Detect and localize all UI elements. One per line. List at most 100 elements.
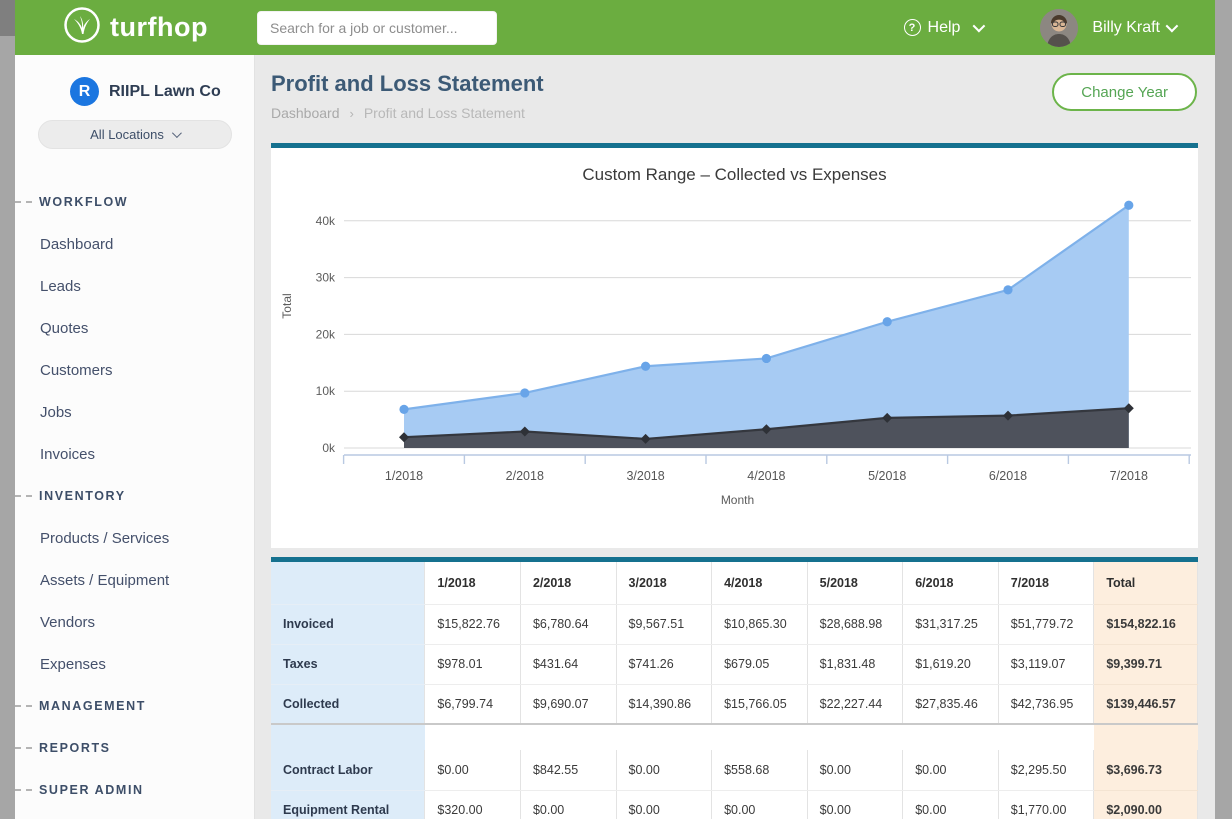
sidebar-nav: WORKFLOWDashboard Leads Quotes Customers Job… [15, 181, 254, 811]
value-cell: $10,865.30 [712, 604, 808, 644]
column-header: 6/2018 [903, 562, 999, 604]
sidebar-item-customers[interactable]: Customers [15, 349, 254, 391]
y-tick-label: 20k [316, 327, 336, 341]
top-header-bar: turfhop ? Help Billy Kraft [15, 0, 1215, 55]
value-cell: $22,227.44 [807, 684, 903, 724]
help-chevron-down-icon [973, 20, 986, 33]
change-year-button[interactable]: Change Year [1052, 73, 1197, 111]
left-scrollbar-gutter[interactable] [0, 0, 15, 819]
x-tick-label: 2/2018 [506, 469, 544, 483]
sidebar-item-jobs[interactable]: Jobs [15, 391, 254, 433]
column-header: 3/2018 [616, 562, 712, 604]
total-cell: $154,822.16 [1094, 604, 1198, 644]
value-cell: $3,119.07 [998, 644, 1094, 684]
table-spacer-row [271, 724, 1198, 750]
table-row: Taxes$978.01$431.64$741.26$679.05$1,831.… [271, 644, 1198, 684]
table-row: Collected$6,799.74$9,690.07$14,390.86$15… [271, 684, 1198, 724]
value-cell: $6,799.74 [425, 684, 521, 724]
spacer-cell [1094, 724, 1198, 750]
column-header [271, 562, 425, 604]
nav-label: INVENTORY [39, 489, 126, 503]
search-input[interactable] [257, 11, 497, 45]
sidebar-item-invoices[interactable]: Invoices [15, 433, 254, 475]
nav-label: Assets / Equipment [40, 572, 169, 589]
nav-label: SUPER ADMIN [39, 783, 144, 797]
data-point-collected [762, 354, 771, 363]
value-cell: $9,690.07 [520, 684, 616, 724]
value-cell: $320.00 [425, 790, 521, 819]
sidebar-item-expenses[interactable]: Expenses [15, 643, 254, 685]
page-title: Profit and Loss Statement [271, 71, 544, 97]
app-window: turfhop ? Help Billy Kraft [0, 0, 1232, 819]
data-point-collected [883, 317, 892, 326]
value-cell: $679.05 [712, 644, 808, 684]
nav-label: Leads [40, 278, 81, 295]
x-tick-label: 7/2018 [1110, 469, 1148, 483]
column-header: 2/2018 [520, 562, 616, 604]
right-scrollbar-gutter[interactable] [1215, 0, 1232, 819]
data-point-collected [520, 388, 529, 397]
breadcrumb-separator-icon: › [350, 106, 354, 121]
sidebar-item-leads[interactable]: Leads [15, 265, 254, 307]
location-chevron-down-icon [172, 128, 182, 138]
table-row: Contract Labor$0.00$842.55$0.00$558.68$0… [271, 750, 1198, 790]
help-menu[interactable]: ? Help [904, 19, 983, 37]
value-cell: $558.68 [712, 750, 808, 790]
sidebar-item-quotes[interactable]: Quotes [15, 307, 254, 349]
x-tick-label: 4/2018 [747, 469, 785, 483]
sidebar: R RIIPL Lawn Co All Locations WORKFLOWDa… [15, 55, 255, 819]
breadcrumb-dashboard-link[interactable]: Dashboard [271, 105, 340, 121]
avatar[interactable] [1040, 9, 1078, 47]
page-header: Profit and Loss Statement Dashboard › Pr… [256, 55, 1215, 143]
sidebar-item-products-services[interactable]: Products / Services [15, 517, 254, 559]
sidebar-item-dashboard[interactable]: Dashboard [15, 223, 254, 265]
pl-table-card: 1/20182/20183/20184/20185/20186/20187/20… [271, 557, 1198, 819]
pl-area-chart: 0k10k20k30k40k50kTotal1/20182/20183/2018… [271, 188, 1199, 560]
chart-title: Custom Range – Collected vs Expenses [271, 165, 1198, 185]
value-cell: $31,317.25 [903, 604, 999, 644]
column-header: 7/2018 [998, 562, 1094, 604]
column-header: 4/2018 [712, 562, 808, 604]
value-cell: $0.00 [807, 750, 903, 790]
value-cell: $14,390.86 [616, 684, 712, 724]
x-tick-label: 6/2018 [989, 469, 1027, 483]
sidebar-section-reports[interactable]: REPORTS [15, 727, 254, 769]
turfhop-grass-icon [63, 6, 101, 49]
company-header[interactable]: R RIIPL Lawn Co [70, 77, 254, 106]
sidebar-section-workflow[interactable]: WORKFLOW [15, 181, 254, 223]
y-tick-label: 10k [316, 384, 336, 398]
user-chevron-down-icon[interactable] [1166, 20, 1179, 33]
nav-label: Vendors [40, 614, 95, 631]
sidebar-item-assets-equipment[interactable]: Assets / Equipment [15, 559, 254, 601]
data-point-collected [1124, 201, 1133, 210]
value-cell: $51,779.72 [998, 604, 1094, 644]
data-point-collected [1003, 285, 1012, 294]
value-cell: $9,567.51 [616, 604, 712, 644]
value-cell: $42,736.95 [998, 684, 1094, 724]
sidebar-section-inventory[interactable]: INVENTORY [15, 475, 254, 517]
value-cell: $0.00 [520, 790, 616, 819]
breadcrumb: Dashboard › Profit and Loss Statement [271, 105, 525, 121]
spacer-cell [271, 724, 425, 750]
nav-label: MANAGEMENT [39, 699, 146, 713]
location-filter-dropdown[interactable]: All Locations [38, 120, 232, 149]
table-header-row: 1/20182/20183/20184/20185/20186/20187/20… [271, 562, 1198, 604]
user-name[interactable]: Billy Kraft [1092, 19, 1160, 37]
dashed-line-icon [15, 201, 32, 203]
row-label: Invoiced [271, 604, 425, 644]
app-logo[interactable]: turfhop [63, 6, 253, 49]
nav-label: Invoices [40, 446, 95, 463]
location-filter-label: All Locations [90, 127, 164, 142]
sidebar-section-management[interactable]: MANAGEMENT [15, 685, 254, 727]
nav-label: Quotes [40, 320, 88, 337]
sidebar-section-super-admin[interactable]: SUPER ADMIN [15, 769, 254, 811]
sidebar-item-vendors[interactable]: Vendors [15, 601, 254, 643]
chart-card: Custom Range – Collected vs Expenses 0k1… [271, 143, 1198, 548]
nav-label: Customers [40, 362, 113, 379]
value-cell: $15,766.05 [712, 684, 808, 724]
value-cell: $0.00 [425, 750, 521, 790]
company-logo-badge: R [70, 77, 99, 106]
scrollbar-thumb[interactable] [0, 0, 15, 36]
table-row: Invoiced$15,822.76$6,780.64$9,567.51$10,… [271, 604, 1198, 644]
value-cell: $431.64 [520, 644, 616, 684]
